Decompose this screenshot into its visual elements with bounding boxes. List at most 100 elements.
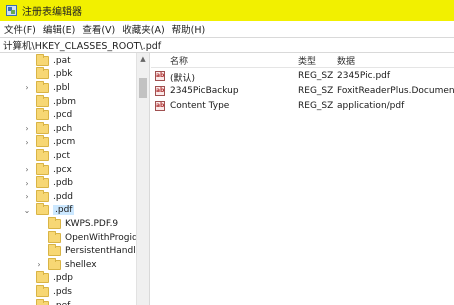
values-list-pane[interactable]: 名称 类型 数据 ab (默认) REG_SZ 2345Pic.pdf ab 2345Pi… <box>151 53 454 305</box>
folder-icon <box>36 108 49 121</box>
value-data: 2345Pic.pdf <box>337 71 391 81</box>
menu-view[interactable]: 查看(V) <box>82 22 115 36</box>
chevron-right-icon[interactable]: › <box>35 260 43 269</box>
folder-icon <box>36 135 49 148</box>
string-value-icon: ab <box>155 86 165 96</box>
tree-item-label: .pdb <box>53 178 73 189</box>
column-header-name[interactable]: 名称 <box>170 54 188 67</box>
folder-icon <box>36 189 49 202</box>
chevron-right-icon[interactable]: › <box>23 165 31 174</box>
tree-item[interactable]: OpenWithProgids <box>48 230 143 245</box>
value-name: (默认) <box>170 74 196 84</box>
tree-item-label: KWPS.PDF.9 <box>65 218 119 229</box>
tree-item[interactable]: .pbm <box>36 94 77 109</box>
tree-item[interactable]: › .pcx <box>25 162 72 177</box>
chevron-right-icon[interactable]: › <box>23 138 31 147</box>
tree-item[interactable]: › .pch <box>25 121 73 136</box>
string-value-icon: ab <box>155 71 165 81</box>
value-type: REG_SZ <box>298 101 334 111</box>
column-header-data[interactable]: 数据 <box>337 54 355 67</box>
menu-bar: 文件(F) 编辑(E) 查看(V) 收藏夹(A) 帮助(H) <box>0 21 454 37</box>
folder-icon <box>48 244 61 257</box>
tree-item-label: shellex <box>65 259 97 270</box>
registry-editor-icon <box>6 5 17 16</box>
value-type: REG_SZ <box>298 71 334 81</box>
tree-item[interactable]: .pbk <box>36 67 73 82</box>
tree-item[interactable]: .pct <box>36 148 71 163</box>
menu-file[interactable]: 文件(F) <box>4 22 36 36</box>
tree-item-label: OpenWithProgids <box>65 232 143 243</box>
tree-item[interactable]: .pdp <box>36 271 73 286</box>
tree-item-label: .pch <box>53 123 73 134</box>
column-header-type[interactable]: 类型 <box>298 54 316 67</box>
folder-icon <box>36 148 49 161</box>
menu-help[interactable]: 帮助(H) <box>172 22 206 36</box>
tree-item-label: .pdp <box>53 273 73 284</box>
tree-item[interactable]: › .pcm <box>25 135 76 150</box>
folder-icon <box>36 298 49 305</box>
address-path: 计算机\HKEY_CLASSES_ROOT\.pdf <box>3 41 162 52</box>
value-row[interactable]: ab 2345PicBackup REG_SZ FoxitReaderPlus.Doc… <box>151 84 454 99</box>
tree-item[interactable]: PersistentHandler <box>48 244 145 258</box>
folder-icon <box>36 162 49 175</box>
value-data: application/pdf <box>337 101 405 111</box>
folder-icon <box>36 271 49 284</box>
tree-item[interactable]: KWPS.PDF.9 <box>48 216 119 231</box>
tree-item-label: .pef <box>53 301 70 305</box>
value-row[interactable]: ab Content Type REG_SZ application/pdf <box>151 99 454 114</box>
tree-item-label: .pds <box>53 286 72 297</box>
folder-icon <box>48 216 61 229</box>
key-tree-pane[interactable]: .pat .pbk › .pbl .pbm .pcd › .pch › .pcm .pct › .pcx… <box>0 53 150 305</box>
folder-icon <box>36 284 49 297</box>
scroll-thumb[interactable] <box>139 78 147 98</box>
folder-icon <box>36 67 49 80</box>
folder-icon <box>48 230 61 243</box>
tree-item[interactable]: .pef <box>36 298 70 305</box>
list-header: 名称 类型 数据 <box>151 53 454 68</box>
value-data: FoxitReaderPlus.Document <box>337 86 454 96</box>
tree-item-label: .pbm <box>53 96 77 107</box>
tree-item-label: .pdf <box>53 205 75 216</box>
menu-edit[interactable]: 编辑(E) <box>43 22 75 36</box>
chevron-right-icon[interactable]: › <box>23 179 31 188</box>
tree-item[interactable]: .pds <box>36 284 72 299</box>
value-name: 2345PicBackup <box>170 86 239 96</box>
value-name: Content Type <box>170 101 230 111</box>
chevron-right-icon[interactable]: › <box>23 124 31 133</box>
tree-item-label: .pcx <box>53 164 72 175</box>
title-bar: 注册表编辑器 <box>0 0 454 21</box>
address-bar[interactable]: 计算机\HKEY_CLASSES_ROOT\.pdf <box>0 37 454 53</box>
value-type: REG_SZ <box>298 86 334 96</box>
tree-item[interactable]: › shellex <box>37 257 97 272</box>
scroll-up-arrow-icon[interactable]: ▲ <box>137 53 149 65</box>
tree-item[interactable]: › .pdd <box>25 189 73 204</box>
window-title: 注册表编辑器 <box>22 7 82 18</box>
folder-icon <box>36 176 49 189</box>
tree-item[interactable]: .pat <box>36 53 71 68</box>
tree-item-label: .pbl <box>53 82 70 93</box>
folder-icon <box>36 121 49 134</box>
folder-icon <box>36 53 49 66</box>
tree-item[interactable]: ⌄ .pdf <box>24 203 75 218</box>
folder-icon <box>48 257 61 270</box>
tree-item-label: PersistentHandler <box>65 246 145 257</box>
tree-item-label: .pct <box>53 150 71 161</box>
tree-item-label: .pcd <box>53 110 73 121</box>
tree-item[interactable]: › .pdb <box>25 176 73 190</box>
tree-item-label: .pcm <box>53 137 76 148</box>
folder-icon <box>36 80 49 93</box>
string-value-icon: ab <box>155 101 165 111</box>
tree-item-label: .pbk <box>53 69 73 80</box>
chevron-right-icon[interactable]: › <box>23 83 31 92</box>
tree-item-label: .pat <box>53 55 71 66</box>
folder-icon <box>36 203 49 216</box>
chevron-down-icon[interactable]: ⌄ <box>23 206 31 215</box>
value-row[interactable]: ab (默认) REG_SZ 2345Pic.pdf <box>151 69 454 84</box>
chevron-right-icon[interactable]: › <box>23 192 31 201</box>
tree-scrollbar[interactable]: ▲ <box>136 53 149 305</box>
tree-item-label: .pdd <box>53 191 73 202</box>
tree-item[interactable]: › .pbl <box>25 80 70 95</box>
tree-item[interactable]: .pcd <box>36 108 72 122</box>
folder-icon <box>36 94 49 107</box>
menu-favorites[interactable]: 收藏夹(A) <box>122 22 164 36</box>
